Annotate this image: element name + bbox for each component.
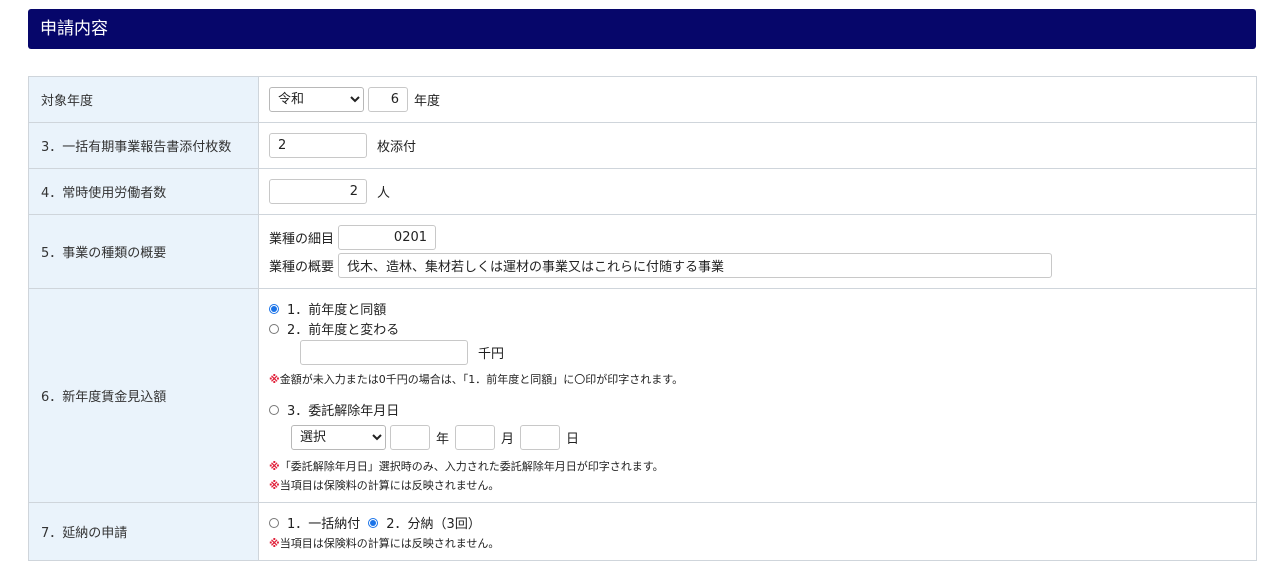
attachment-count-unit: 枚添付 [377,140,417,155]
note-mark: ※ [269,460,280,473]
wage-option-changed-label: 2．前年度と変わる [287,322,400,338]
termination-day-unit: 日 [566,432,580,447]
application-form-table: 対象年度 令和 年度 3．一括有期事業報告書添付枚数 枚添付 4．常時使用労働者… [28,76,1257,561]
note-text: 当項目は保険料の計算には反映されません。 [279,479,500,492]
label-worker-count: 4．常時使用労働者数 [28,168,259,215]
wage-note-1: ※金額が未入力または0千円の場合は、「1．前年度と同額」に〇印が印字されます。 [269,371,1246,387]
termination-era-select[interactable]: 選択 [291,425,386,450]
worker-count-input[interactable] [269,179,367,204]
deferral-option-lump-sum-label[interactable]: 1．一括納付 [287,513,360,532]
deferral-note: ※当項目は保険料の計算には反映されません。 [269,535,1246,551]
wage-option-changed[interactable]: 2．前年度と変わる [269,318,1246,338]
note-mark: ※ [269,537,280,550]
row-fiscal-year: 対象年度 令和 年度 [28,76,1257,123]
termination-year-unit: 年 [436,432,450,447]
section-title: 申請内容 [40,19,108,39]
note-mark: ※ [269,373,280,386]
attachment-count-input[interactable] [269,133,367,158]
wage-option-same-label: 1．前年度と同額 [287,302,387,318]
row-business-type: 5．事業の種類の概要 業種の細目 業種の概要 [28,214,1257,289]
radio-same-selected[interactable] [269,304,279,314]
wage-option-termination[interactable]: 3．委託解除年月日 [269,399,1246,419]
termination-month-input[interactable] [455,425,496,450]
termination-month-unit: 月 [501,432,515,447]
row-wage-estimate: 6．新年度賃金見込額 1．前年度と同額 2．前年度と変わる 千円 ※金額が未入力… [28,288,1257,503]
wage-option-same[interactable]: 1．前年度と同額 [269,298,1246,318]
note-mark: ※ [269,479,280,492]
label-wage-estimate: 6．新年度賃金見込額 [28,288,259,503]
fiscal-year-input[interactable] [368,87,408,112]
label-business-type: 5．事業の種類の概要 [28,214,259,289]
wage-note-2: ※「委託解除年月日」選択時のみ、入力された委託解除年月日が印字されます。 [269,458,1246,474]
wage-amount-input[interactable] [300,340,468,365]
termination-day-input[interactable] [520,425,561,450]
label-attachment-count: 3．一括有期事業報告書添付枚数 [28,122,259,169]
row-worker-count: 4．常時使用労働者数 人 [28,168,1257,215]
industry-summary-label: 業種の概要 [269,260,335,275]
note-text: 「委託解除年月日」選択時のみ、入力された委託解除年月日が印字されます。 [279,460,664,473]
label-fiscal-year: 対象年度 [28,76,259,123]
radio-termination[interactable] [269,405,279,415]
note-text: 金額が未入力または0千円の場合は、「1．前年度と同額」に〇印が印字されます。 [279,373,684,386]
industry-detail-label: 業種の細目 [269,232,335,247]
radio-installment-selected[interactable] [368,518,379,528]
deferral-option-installment-label[interactable]: 2．分納（3回） [386,513,481,532]
termination-year-input[interactable] [390,425,430,450]
row-attachment-count: 3．一括有期事業報告書添付枚数 枚添付 [28,122,1257,169]
industry-detail-input[interactable] [338,225,437,250]
radio-lump-sum[interactable] [269,518,279,528]
wage-amount-unit: 千円 [478,347,505,362]
era-select[interactable]: 令和 [269,87,364,112]
wage-note-3: ※当項目は保険料の計算には反映されません。 [269,477,1246,493]
fiscal-year-unit: 年度 [414,94,441,109]
note-text: 当項目は保険料の計算には反映されません。 [279,537,500,550]
wage-option-termination-label: 3．委託解除年月日 [287,403,400,419]
section-header: 申請内容 [28,9,1256,49]
radio-changed[interactable] [269,324,279,334]
worker-count-unit: 人 [377,186,391,201]
label-deferral: 7．延納の申請 [28,502,259,561]
row-deferral: 7．延納の申請 1．一括納付 2．分納（3回） ※当項目は保険料の計算には反映さ… [28,502,1257,561]
industry-summary-input[interactable] [338,253,1053,278]
